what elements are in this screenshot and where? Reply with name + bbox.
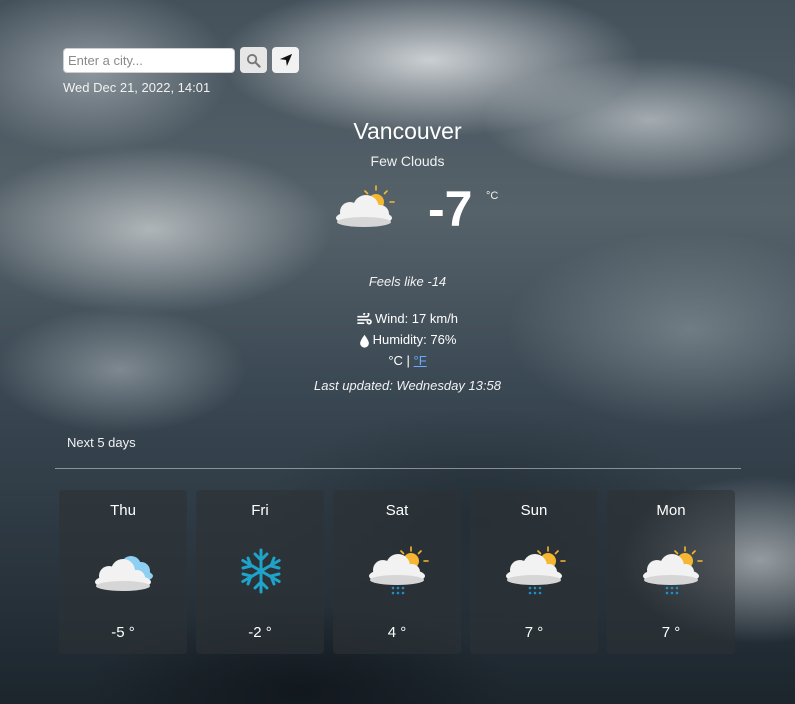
snowflake-icon — [241, 548, 281, 594]
forecast-day-card: Thu -5 ° — [59, 490, 187, 654]
cloud-sun-icon — [336, 185, 395, 227]
forecast-day-card: Sun 7 ° — [470, 490, 598, 654]
rain-sun-icon — [643, 546, 703, 595]
search-button[interactable] — [240, 47, 267, 73]
current-datetime: Wed Dec 21, 2022, 14:01 — [63, 80, 211, 95]
fahrenheit-link[interactable]: °F — [414, 353, 427, 368]
humidity: Humidity: 76% — [0, 332, 795, 348]
city-search-input[interactable] — [63, 47, 235, 73]
forecast-day-temp: 7 ° — [524, 624, 544, 641]
temperature-unit: °C — [486, 190, 499, 202]
feels-like: Feels like -14 — [368, 274, 447, 289]
forecast-day-temp: 7 ° — [661, 624, 681, 641]
current-weather: -7 °C — [332, 180, 532, 240]
current-location-button[interactable] — [272, 47, 299, 73]
forecast-day-name: Thu — [110, 502, 136, 519]
unit-toggle: °C | °F — [0, 353, 795, 368]
forecast-day-card: Fri -2 ° — [196, 490, 324, 654]
forecast-day-card: Mon 7 ° — [607, 490, 735, 654]
rain-sun-icon — [369, 546, 429, 595]
forecast-list: Thu -5 ° Fri -2 ° Sat 4 ° Sun 7 ° Mon 7 … — [59, 490, 735, 654]
humidity-text: Humidity: 76% — [372, 332, 457, 347]
water-drop-icon — [359, 334, 369, 348]
celsius-label: °C — [388, 353, 403, 368]
forecast-day-name: Sat — [385, 502, 409, 519]
rain-sun-icon — [506, 546, 566, 595]
current-temperature: -7 — [428, 181, 473, 237]
forecast-day-temp: -2 ° — [248, 624, 272, 641]
forecast-day-name: Sun — [520, 502, 548, 519]
forecast-heading: Next 5 days — [67, 435, 136, 450]
forecast-day-name: Fri — [251, 502, 269, 519]
forecast-day-card: Sat 4 ° — [333, 490, 461, 654]
search-bar — [63, 47, 299, 73]
forecast-day-name: Mon — [656, 502, 686, 519]
last-updated: Last updated: Wednesday 13:58 — [314, 378, 501, 393]
forecast-day-temp: -5 ° — [111, 624, 135, 641]
weather-condition: Few Clouds — [370, 153, 445, 169]
magnifier-icon — [246, 53, 261, 68]
city-name: Vancouver — [353, 118, 462, 144]
wind-text: Wind: 17 km/h — [374, 311, 459, 326]
unit-separator: | — [406, 353, 410, 368]
divider — [55, 468, 741, 469]
location-arrow-icon — [279, 53, 292, 67]
forecast-day-temp: 4 ° — [387, 624, 407, 641]
cloudy-icon — [95, 556, 153, 591]
wind-icon — [357, 313, 372, 325]
wind-speed: Wind: 17 km/h — [0, 311, 795, 326]
